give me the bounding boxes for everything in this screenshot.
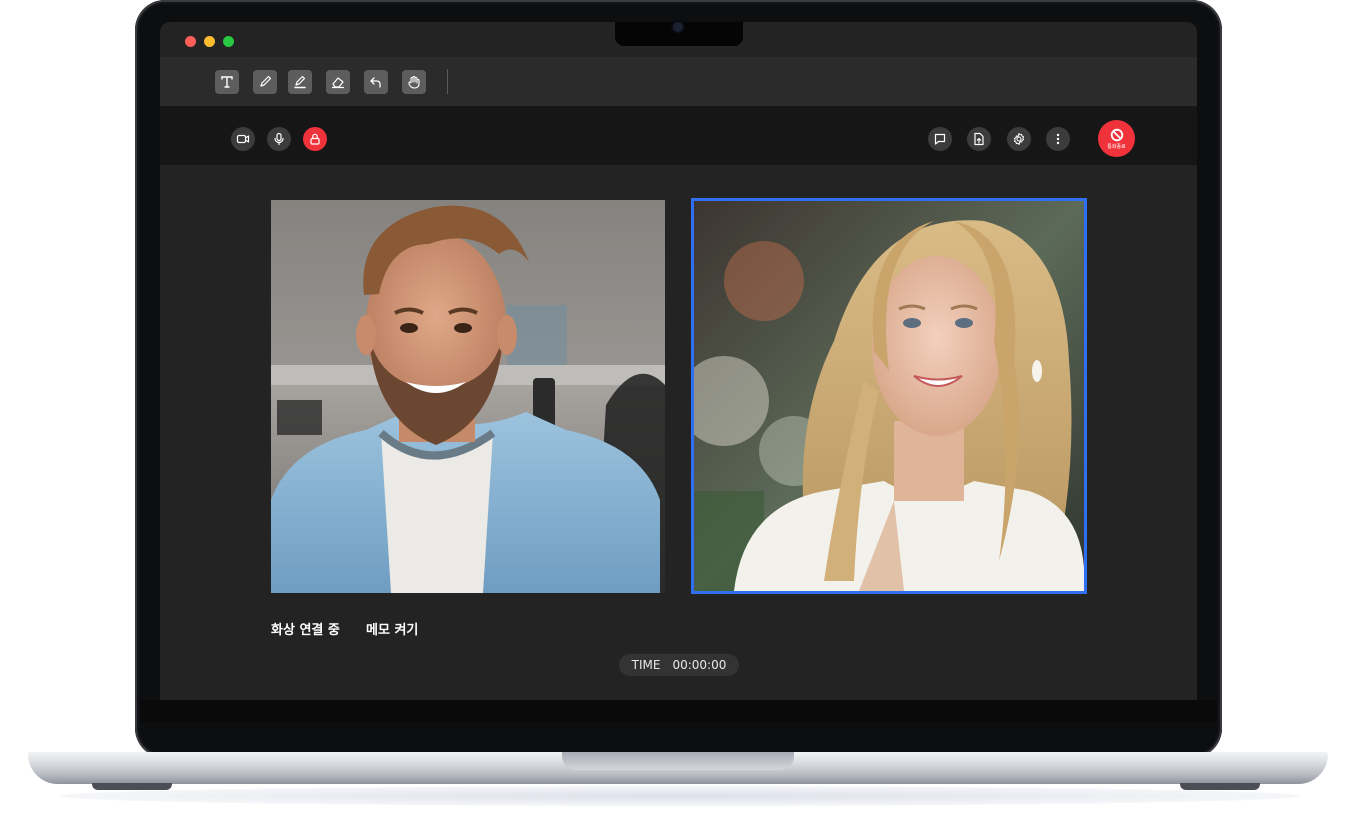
participant-right-video[interactable] [691,198,1087,594]
webcam [673,22,683,32]
highlighter-icon [294,75,306,89]
laptop-foot-left [92,783,172,790]
timer-value: 00:00:00 [672,658,727,672]
eraser-tool-button[interactable] [326,70,350,94]
video-camera-icon [236,134,250,144]
lock-toggle-button[interactable] [303,127,327,151]
participant-left-image [271,200,665,593]
more-vertical-icon [1056,133,1060,145]
end-call-label: 통화종료 [1107,143,1126,150]
call-timer: TIME 00:00:00 [619,654,739,676]
share-file-button[interactable] [967,127,991,151]
laptop-foot-right [1180,783,1260,790]
app-window: 통화종료 화상 연결 중 메모 켜기 TIME 00:00:00 [160,22,1197,700]
chat-bubble-icon [934,133,946,145]
window-minimize-button[interactable] [204,36,215,47]
hand-tool-button[interactable] [402,70,426,94]
participant-left-video[interactable] [271,200,665,593]
undo-tool-button[interactable] [364,70,388,94]
camera-toggle-button[interactable] [231,127,255,151]
window-close-button[interactable] [185,36,196,47]
laptop-bezel-bottom [140,700,1217,722]
prohibited-icon [1110,128,1123,141]
lock-icon [310,133,320,145]
end-call-button[interactable]: 통화종료 [1098,120,1135,157]
text-tool-button[interactable] [215,70,239,94]
window-zoom-button[interactable] [223,36,234,47]
chat-button[interactable] [928,127,952,151]
participant-right-image [694,201,1084,591]
memo-toggle-button[interactable]: 메모 켜기 [366,619,418,638]
text-icon [221,76,233,88]
mic-toggle-button[interactable] [267,127,291,151]
pen-icon [260,75,272,87]
microphone-icon [274,132,284,146]
more-options-button[interactable] [1046,127,1070,151]
laptop-shadow [60,786,1300,806]
settings-button[interactable] [1007,127,1031,151]
timer-label: TIME [631,658,661,672]
pen-tool-button[interactable] [253,70,277,94]
laptop-opening-groove [562,752,794,770]
toolbar-divider [447,69,448,94]
eraser-icon [331,77,345,89]
hand-icon [408,75,420,89]
undo-icon [370,77,381,88]
highlighter-tool-button[interactable] [288,70,312,94]
file-upload-icon [974,132,984,146]
drawing-toolbar [160,57,1197,106]
connection-status-label: 화상 연결 중 [271,623,340,638]
gear-icon [1014,133,1024,145]
